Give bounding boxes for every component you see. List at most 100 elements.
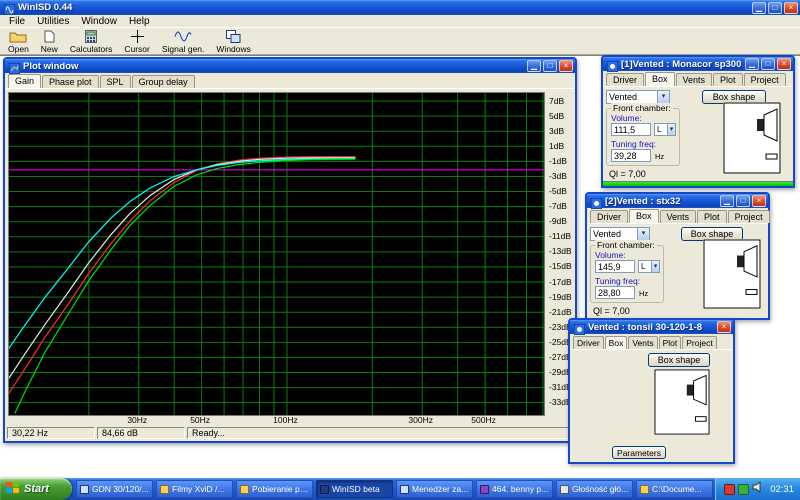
tab-vents[interactable]: Vents — [660, 210, 697, 223]
window-vented-tonsil: Vented : tonsil 30-120-1-8 × Driver Box … — [568, 318, 735, 464]
gain-plot-canvas[interactable] — [9, 93, 544, 415]
tab-driver[interactable]: Driver — [606, 73, 644, 86]
window3-tab-bar: Driver Box Vents Plot Project — [571, 334, 732, 350]
app-title: WinISD 0.44 — [18, 2, 749, 13]
menu-help[interactable]: Help — [124, 16, 155, 27]
plot-window-titlebar[interactable]: Plot window ▁ □ × — [5, 59, 575, 73]
volume-label: Volume: — [595, 250, 626, 260]
window2-minimize-button[interactable]: ▁ — [720, 195, 734, 207]
box-type-select[interactable]: Vented ▾ — [606, 90, 670, 104]
taskbar-item-label: WinISD beta — [332, 484, 380, 494]
window1-minimize-button[interactable]: ▁ — [745, 58, 759, 70]
tab-phase-plot[interactable]: Phase plot — [42, 75, 99, 88]
taskbar-item[interactable]: C:\Docume... — [636, 480, 713, 498]
volume-input[interactable] — [611, 123, 651, 136]
cursor-level-readout: 84,66 dB — [97, 427, 185, 439]
box-type-select[interactable]: Vented ▾ — [590, 227, 650, 241]
taskbar-item[interactable]: Filmy XviD /... — [156, 480, 233, 498]
tuning-freq-input[interactable] — [595, 286, 635, 299]
taskbar-item-label: C:\Docume... — [652, 484, 702, 494]
tab-gain[interactable]: Gain — [8, 74, 41, 88]
taskbar-item[interactable]: Głośność głó... — [556, 480, 633, 498]
tab-box[interactable]: Box — [629, 209, 659, 223]
tab-project[interactable]: Project — [728, 210, 770, 223]
folder-icon — [640, 485, 649, 494]
plot-maximize-button[interactable]: □ — [543, 60, 557, 72]
minimize-button[interactable]: ▁ — [752, 2, 766, 14]
volume-unit-select[interactable]: L ▾ — [654, 123, 676, 136]
signal-generator-icon — [174, 30, 192, 43]
menu-utilities[interactable]: Utilities — [32, 16, 74, 27]
tray-app-icon[interactable] — [724, 484, 735, 495]
taskbar-item[interactable]: WinISD beta — [316, 480, 393, 498]
taskbar-buttons: GDN 30/120/... Filmy XviD /... Pobieranie … — [72, 478, 715, 500]
tab-spl[interactable]: SPL — [100, 75, 131, 88]
close-button[interactable]: × — [784, 2, 798, 14]
window-icon — [400, 485, 409, 494]
menu-file[interactable]: File — [4, 16, 30, 27]
menu-window[interactable]: Window — [76, 16, 122, 27]
tuning-freq-input[interactable] — [611, 149, 651, 162]
calculation-progress-bar — [603, 181, 793, 186]
tuning-freq-label: Tuning freq: — [595, 276, 640, 286]
taskbar-clock: 02:31 — [770, 484, 794, 495]
tray-volume-icon[interactable] — [752, 480, 764, 498]
speaker-icon — [320, 485, 329, 494]
new-button[interactable]: New — [36, 29, 63, 54]
plot-status-bar: 30,22 Hz 84,66 dB Ready... — [6, 426, 574, 440]
taskbar: Start GDN 30/120/... Filmy XviD /... Pobie… — [0, 478, 800, 500]
new-document-icon — [43, 30, 56, 43]
window2-close-button[interactable]: × — [752, 195, 766, 207]
open-button[interactable]: Open — [3, 29, 34, 54]
plot-window: Plot window ▁ □ × Gain Phase plot SPL Gr… — [3, 57, 577, 443]
app-icon — [4, 2, 15, 13]
cursor-crosshair-icon — [131, 30, 144, 43]
dropdown-arrow-icon: ▾ — [651, 261, 659, 272]
windows-button[interactable]: Windows — [211, 29, 255, 54]
taskbar-item[interactable]: GDN 30/120/... — [76, 480, 153, 498]
window3-close-button[interactable]: × — [717, 321, 731, 333]
window2-titlebar[interactable]: [2]Vented : stx32 ▁ □ × — [587, 194, 768, 208]
tab-vents[interactable]: Vents — [628, 336, 657, 349]
taskbar-item[interactable]: Menedżer za... — [396, 480, 473, 498]
gain-plot-area[interactable] — [8, 92, 545, 416]
tuning-freq-label: Tuning freq: — [611, 139, 656, 149]
window3-titlebar[interactable]: Vented : tonsil 30-120-1-8 × — [570, 320, 733, 334]
tab-box[interactable]: Box — [645, 72, 675, 86]
plot-close-button[interactable]: × — [559, 60, 573, 72]
y-axis-label: -3dB — [549, 171, 567, 181]
tab-project[interactable]: Project — [682, 336, 716, 349]
tab-driver[interactable]: Driver — [573, 336, 604, 349]
maximize-button[interactable]: □ — [768, 2, 782, 14]
window1-maximize-button[interactable]: □ — [761, 58, 775, 70]
start-button[interactable]: Start — [0, 478, 72, 500]
x-axis-label: 500Hz — [467, 415, 501, 425]
tab-driver[interactable]: Driver — [590, 210, 628, 223]
tab-project[interactable]: Project — [744, 73, 786, 86]
volume-input[interactable] — [595, 260, 635, 273]
tab-vents[interactable]: Vents — [676, 73, 713, 86]
tab-box[interactable]: Box — [605, 336, 628, 349]
calculators-button[interactable]: Calculators — [65, 29, 118, 54]
system-tray: 02:31 — [715, 478, 800, 500]
tab-plot[interactable]: Plot — [697, 210, 727, 223]
media-icon — [480, 485, 489, 494]
window1-close-button[interactable]: × — [777, 58, 791, 70]
window2-maximize-button[interactable]: □ — [736, 195, 750, 207]
taskbar-item-label: Filmy XviD /... — [172, 484, 224, 494]
taskbar-item[interactable]: Pobieranie pli... — [236, 480, 313, 498]
cursor-button[interactable]: Cursor — [119, 29, 155, 54]
taskbar-item[interactable]: 464. benny p... — [476, 480, 553, 498]
box-shape-button[interactable]: Box shape — [648, 353, 710, 367]
plot-minimize-button[interactable]: ▁ — [527, 60, 541, 72]
window1-titlebar[interactable]: [1]Vented : Monacor sp300p ▁ □ × — [603, 57, 793, 71]
parameters-button[interactable]: Parameters — [612, 446, 666, 459]
plot-window-icon — [9, 61, 20, 72]
signal-gen-button[interactable]: Signal gen. — [157, 29, 210, 54]
tab-plot[interactable]: Plot — [713, 73, 743, 86]
volume-unit-select[interactable]: L ▾ — [638, 260, 660, 273]
folder-icon — [240, 485, 249, 494]
tab-group-delay[interactable]: Group delay — [132, 75, 195, 88]
tray-shield-icon[interactable] — [738, 484, 749, 495]
tab-plot[interactable]: Plot — [659, 336, 682, 349]
